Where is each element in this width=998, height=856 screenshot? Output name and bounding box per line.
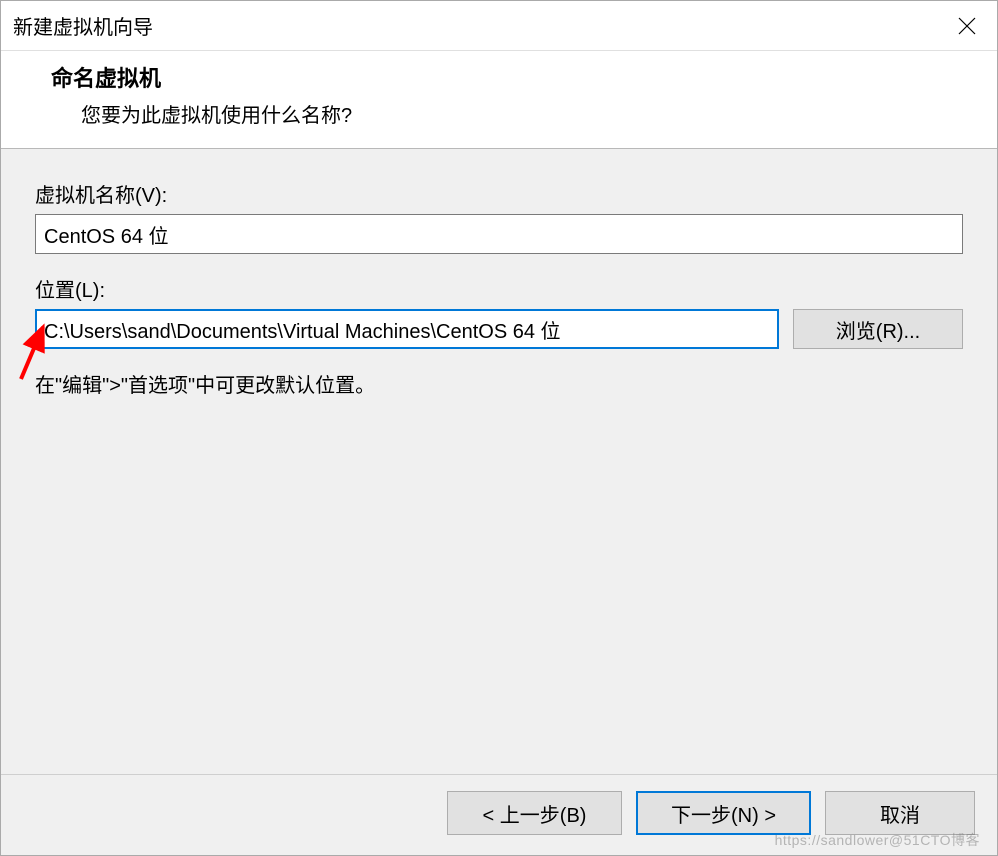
header-title: 命名虚拟机 — [51, 61, 997, 93]
close-button[interactable] — [937, 1, 997, 51]
footer: < 上一步(B) 下一步(N) > 取消 https://sandlower@5… — [1, 774, 997, 855]
vm-name-group: 虚拟机名称(V): — [35, 179, 963, 254]
content-area: 虚拟机名称(V): 位置(L): 浏览(R)... 在"编辑">"首选项"中可更… — [1, 149, 997, 774]
wizard-header: 命名虚拟机 您要为此虚拟机使用什么名称? — [1, 51, 997, 149]
vm-location-input[interactable] — [35, 309, 779, 349]
vm-location-group: 位置(L): 浏览(R)... — [35, 274, 963, 349]
vm-name-input[interactable] — [35, 214, 963, 254]
close-icon — [957, 16, 977, 36]
vm-location-label: 位置(L): — [35, 274, 963, 303]
back-button[interactable]: < 上一步(B) — [447, 791, 622, 835]
header-subtitle: 您要为此虚拟机使用什么名称? — [51, 99, 997, 128]
window-title: 新建虚拟机向导 — [13, 11, 937, 40]
wizard-window: 新建虚拟机向导 命名虚拟机 您要为此虚拟机使用什么名称? 虚拟机名称(V): 位… — [0, 0, 998, 856]
cancel-button[interactable]: 取消 — [825, 791, 975, 835]
default-location-hint: 在"编辑">"首选项"中可更改默认位置。 — [35, 369, 963, 398]
vm-name-label: 虚拟机名称(V): — [35, 179, 963, 208]
next-button[interactable]: 下一步(N) > — [636, 791, 811, 835]
titlebar: 新建虚拟机向导 — [1, 1, 997, 51]
watermark-text: https://sandlower@51CTO博客 — [775, 830, 980, 850]
browse-button[interactable]: 浏览(R)... — [793, 309, 963, 349]
